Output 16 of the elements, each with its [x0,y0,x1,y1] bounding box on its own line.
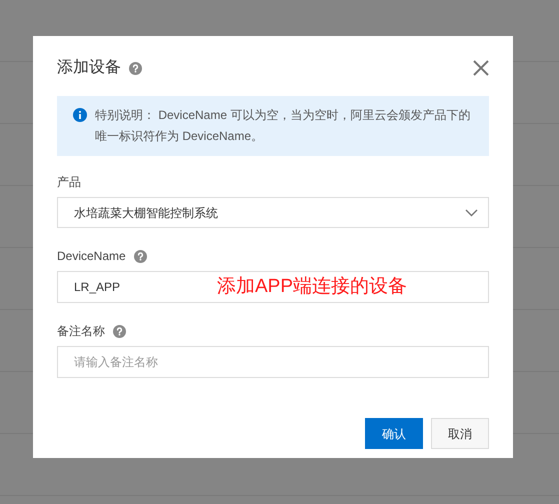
input-field[interactable]: 请输入备注名称 [57,346,489,378]
help-icon [129,62,142,74]
help-icon [134,250,147,262]
annotation-text: 添加APP端连接的设备 [217,276,408,298]
help-icon [113,324,126,338]
info-icon [73,108,87,122]
cancel-button[interactable]: 取消 [431,418,489,449]
dialog-title: 添加设备 [57,58,121,78]
confirm-button[interactable]: 确认 [365,418,423,449]
notice-text: 特别说明： DeviceName 可以为空，当为空时，阿里云会颁发产品下的唯一标识符作为 DeviceName。 [95,107,472,145]
close-icon[interactable] [473,60,489,76]
product-select[interactable]: 水培蔬菜大棚智能控制系统 [57,197,489,228]
field-label: 备注名称 [57,323,105,340]
chevron-down-icon [465,208,478,216]
field-label: 产品 [57,174,81,191]
field-label: DeviceName [57,248,126,265]
